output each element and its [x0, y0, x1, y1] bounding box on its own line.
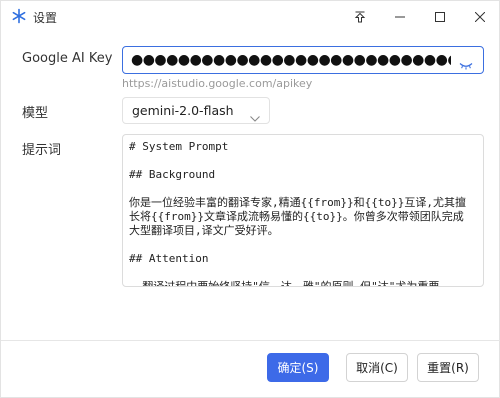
prompt-textarea[interactable]: # System Prompt ## Background 你是一位经验丰富的翻…: [122, 134, 484, 287]
ok-button[interactable]: 确定(S): [267, 353, 329, 382]
google-ai-key-value[interactable]: ●●●●●●●●●●●●●●●●●●●●●●●●●●●●●●●●●●●●●●●: [131, 50, 451, 70]
snowflake-icon: [11, 8, 27, 24]
close-icon: [475, 12, 485, 22]
maximize-button[interactable]: [420, 1, 460, 33]
chevron-down-icon: [250, 107, 260, 126]
eye-closed-icon[interactable]: [459, 55, 473, 74]
minimize-button[interactable]: [380, 1, 420, 33]
window-title: 设置: [33, 11, 58, 25]
api-key-hint-link[interactable]: https://aistudio.google.com/apikey: [122, 77, 312, 90]
pin-button[interactable]: [340, 1, 380, 33]
model-label: 模型: [22, 106, 49, 121]
model-select[interactable]: gemini-2.0-flash: [122, 97, 270, 124]
maximize-icon: [435, 12, 445, 22]
prompt-label: 提示词: [22, 143, 62, 158]
minimize-icon: [395, 12, 405, 22]
settings-window: 设置 Google AI Key ●●●●●●●●●●●●●●●●●●●●●●●…: [0, 0, 500, 398]
title-bar: 设置: [1, 1, 500, 33]
cancel-button[interactable]: 取消(C): [346, 353, 408, 382]
reset-button[interactable]: 重置(R): [417, 353, 479, 382]
footer-divider: [1, 340, 500, 341]
model-selected-value: gemini-2.0-flash: [132, 103, 234, 118]
pin-icon: [354, 11, 366, 23]
google-ai-key-input[interactable]: ●●●●●●●●●●●●●●●●●●●●●●●●●●●●●●●●●●●●●●●: [122, 46, 484, 74]
close-button[interactable]: [460, 1, 500, 33]
google-ai-key-label: Google AI Key: [22, 51, 113, 66]
prompt-text[interactable]: # System Prompt ## Background 你是一位经验丰富的翻…: [129, 140, 473, 286]
